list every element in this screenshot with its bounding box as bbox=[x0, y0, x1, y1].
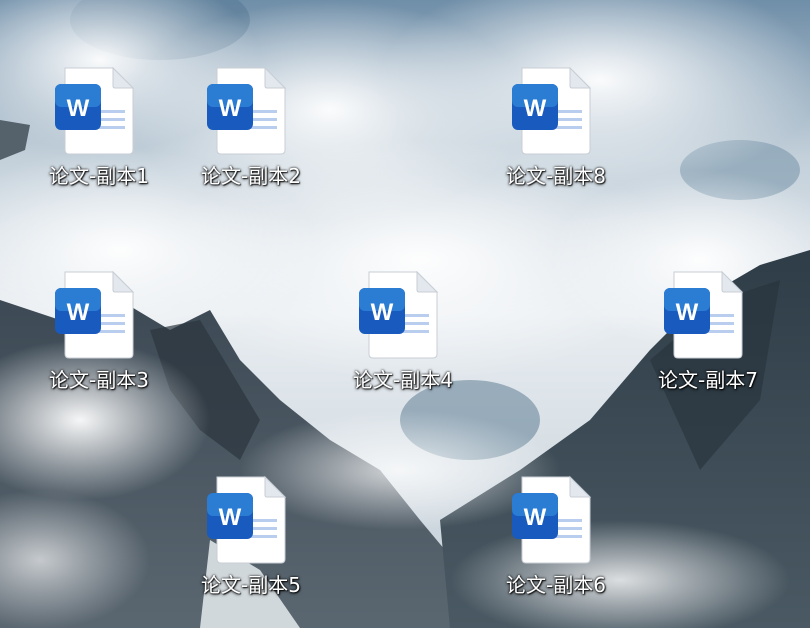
desktop-icon-doc-copy-6[interactable]: W 论文-副本6 bbox=[491, 475, 621, 605]
desktop-icon-label: 论文-副本8 bbox=[506, 164, 606, 188]
word-badge-letter: W bbox=[524, 95, 547, 122]
desktop-icon-doc-copy-7[interactable]: W 论文-副本7 bbox=[643, 270, 773, 400]
desktop-icon-label: 论文-副本4 bbox=[353, 368, 453, 392]
desktop[interactable]: W 论文-副本1 W 论文-副本2 W 论文-副本8 W 论文-副本3 W 论文… bbox=[0, 0, 810, 628]
word-badge-letter: W bbox=[524, 504, 547, 531]
word-badge-letter: W bbox=[676, 299, 699, 326]
word-document-icon: W bbox=[55, 66, 135, 155]
desktop-icon-label: 论文-副本7 bbox=[658, 368, 758, 392]
desktop-icon-label: 论文-副本1 bbox=[49, 164, 149, 188]
word-badge-letter: W bbox=[219, 95, 242, 122]
word-badge-letter: W bbox=[67, 95, 90, 122]
word-badge-letter: W bbox=[219, 504, 242, 531]
desktop-icon-label: 论文-副本3 bbox=[49, 368, 149, 392]
desktop-icon-doc-copy-5[interactable]: W 论文-副本5 bbox=[186, 475, 316, 605]
word-document-icon: W bbox=[512, 66, 592, 155]
word-document-icon: W bbox=[207, 475, 287, 564]
word-document-icon: W bbox=[664, 270, 744, 359]
desktop-icon-doc-copy-8[interactable]: W 论文-副本8 bbox=[491, 66, 621, 196]
word-document-icon: W bbox=[359, 270, 439, 359]
word-badge-letter: W bbox=[371, 299, 394, 326]
desktop-icon-label: 论文-副本6 bbox=[506, 573, 606, 597]
desktop-icon-doc-copy-3[interactable]: W 论文-副本3 bbox=[34, 270, 164, 400]
word-document-icon: W bbox=[55, 270, 135, 359]
desktop-icon-doc-copy-4[interactable]: W 论文-副本4 bbox=[338, 270, 468, 400]
desktop-icon-label: 论文-副本2 bbox=[201, 164, 301, 188]
desktop-icon-label: 论文-副本5 bbox=[201, 573, 301, 597]
word-document-icon: W bbox=[512, 475, 592, 564]
word-document-icon: W bbox=[207, 66, 287, 155]
desktop-icon-doc-copy-1[interactable]: W 论文-副本1 bbox=[34, 66, 164, 196]
word-badge-letter: W bbox=[67, 299, 90, 326]
desktop-icon-doc-copy-2[interactable]: W 论文-副本2 bbox=[186, 66, 316, 196]
